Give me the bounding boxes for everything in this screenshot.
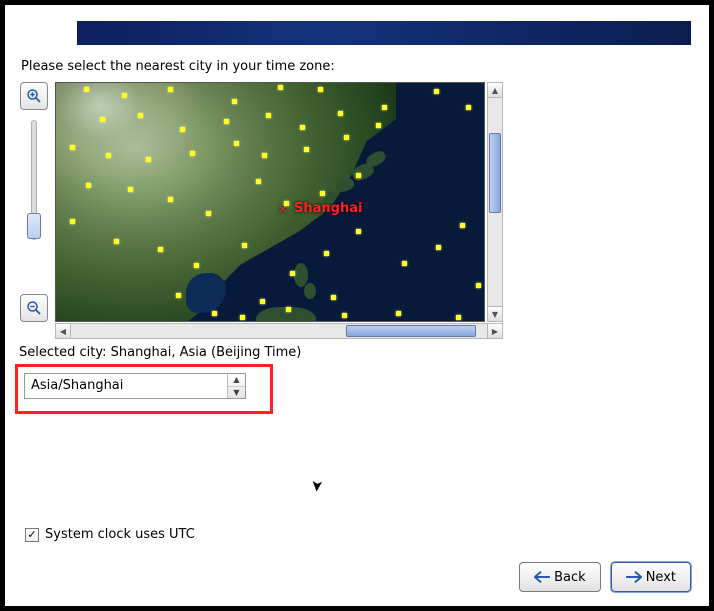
city-dot[interactable] <box>342 313 347 318</box>
arrow-right-icon <box>626 571 642 583</box>
city-dot[interactable] <box>168 87 173 92</box>
mouse-cursor-icon: ➤ <box>308 479 327 493</box>
city-dot[interactable] <box>290 271 295 276</box>
city-dot[interactable] <box>318 87 323 92</box>
city-dot[interactable] <box>194 263 199 268</box>
city-dot[interactable] <box>286 307 291 312</box>
city-dot[interactable] <box>128 187 133 192</box>
city-dot[interactable] <box>84 87 89 92</box>
zoom-out-button[interactable] <box>20 294 48 322</box>
zoom-slider[interactable] <box>31 120 37 240</box>
timezone-highlight-box: Asia/Shanghai ▲▼ <box>15 364 273 414</box>
city-dot[interactable] <box>476 283 481 288</box>
arrow-left-icon <box>534 571 550 583</box>
zoom-slider-thumb[interactable] <box>27 213 41 239</box>
timezone-value: Asia/Shanghai <box>25 374 227 398</box>
city-dot[interactable] <box>100 117 105 122</box>
city-dot[interactable] <box>168 197 173 202</box>
instruction-text: Please select the nearest city in your t… <box>21 59 695 74</box>
city-dot[interactable] <box>232 99 237 104</box>
city-dot[interactable] <box>122 93 127 98</box>
city-dot[interactable] <box>300 125 305 130</box>
zoom-in-button[interactable] <box>20 82 48 110</box>
city-dot[interactable] <box>331 295 336 300</box>
city-dot[interactable] <box>206 211 211 216</box>
city-dot[interactable] <box>138 113 143 118</box>
selected-city-marker: Shanghai <box>294 201 362 216</box>
city-dot[interactable] <box>324 251 329 256</box>
city-dot[interactable] <box>70 219 75 224</box>
hscroll-thumb[interactable] <box>346 325 476 337</box>
city-dot[interactable] <box>382 105 387 110</box>
header-banner <box>77 21 691 45</box>
city-dot[interactable] <box>158 247 163 252</box>
city-dot[interactable] <box>262 153 267 158</box>
city-dot[interactable] <box>338 111 343 116</box>
city-dot[interactable] <box>266 113 271 118</box>
zoom-controls <box>19 82 49 322</box>
zoom-out-icon <box>25 299 43 317</box>
back-button[interactable]: Back <box>519 562 601 592</box>
city-dot[interactable] <box>224 119 229 124</box>
map-vertical-scrollbar[interactable]: ▲ ▼ <box>487 82 503 322</box>
city-dot[interactable] <box>396 311 401 316</box>
zoom-in-icon <box>25 87 43 105</box>
city-dot[interactable] <box>436 245 441 250</box>
city-dot[interactable] <box>434 89 439 94</box>
map-horizontal-scrollbar[interactable]: ◀ ▶ <box>55 323 503 339</box>
city-dot[interactable] <box>356 229 361 234</box>
city-dot[interactable] <box>176 293 181 298</box>
city-dot[interactable] <box>260 299 265 304</box>
city-dot[interactable] <box>114 239 119 244</box>
timezone-spin-buttons[interactable]: ▲▼ <box>227 374 245 398</box>
city-dot[interactable] <box>240 315 245 320</box>
city-dot[interactable] <box>284 201 289 206</box>
city-dot[interactable] <box>190 151 195 156</box>
city-dot[interactable] <box>86 183 91 188</box>
city-dot[interactable] <box>242 243 247 248</box>
vscroll-thumb[interactable] <box>489 133 501 213</box>
city-dot[interactable] <box>106 153 111 158</box>
city-dot[interactable] <box>320 191 325 196</box>
timezone-select[interactable]: Asia/Shanghai ▲▼ <box>24 373 246 399</box>
city-dot[interactable] <box>180 127 185 132</box>
city-dot[interactable] <box>466 105 471 110</box>
city-dot[interactable] <box>146 157 151 162</box>
city-dot[interactable] <box>304 147 309 152</box>
city-dot[interactable] <box>356 173 361 178</box>
timezone-map[interactable]: Shanghai <box>55 82 485 322</box>
city-dot[interactable] <box>344 135 349 140</box>
utc-checkbox-label: System clock uses UTC <box>45 527 195 542</box>
next-button[interactable]: Next <box>611 562 691 592</box>
city-dot[interactable] <box>402 261 407 266</box>
city-dot[interactable] <box>256 179 261 184</box>
city-dot[interactable] <box>234 141 239 146</box>
city-dot[interactable] <box>70 145 75 150</box>
city-dot[interactable] <box>460 223 465 228</box>
utc-checkbox[interactable]: ✓ <box>25 528 39 542</box>
city-dot[interactable] <box>278 85 283 90</box>
city-dot[interactable] <box>212 311 217 316</box>
selected-city-label: Selected city: Shanghai, Asia (Beijing T… <box>19 345 695 360</box>
city-dot[interactable] <box>376 123 381 128</box>
city-dot[interactable] <box>456 315 461 320</box>
